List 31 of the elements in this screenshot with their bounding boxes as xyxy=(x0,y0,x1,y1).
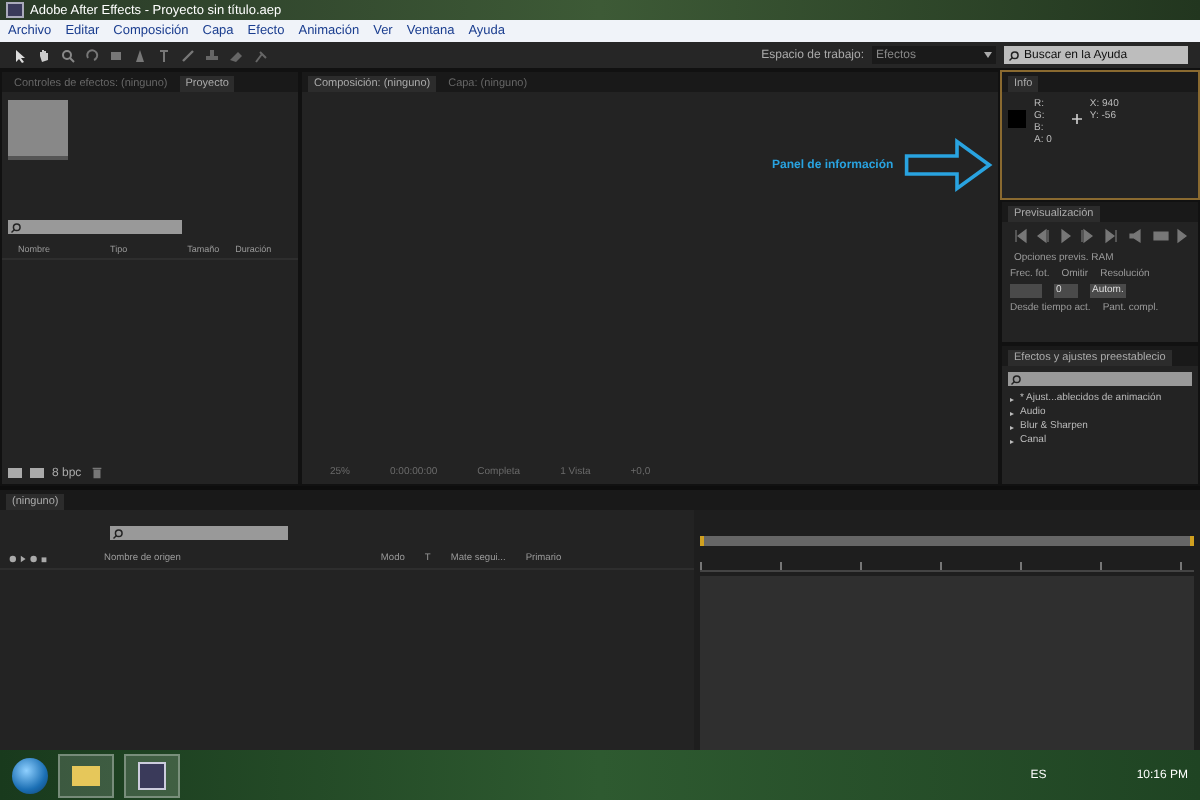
annotation-arrow xyxy=(901,138,994,192)
caret-icon xyxy=(984,52,992,58)
start-button[interactable] xyxy=(12,757,48,793)
search-icon xyxy=(1010,373,1022,385)
expand-arrow-icon[interactable] xyxy=(1010,439,1014,443)
frame-rate-field[interactable] xyxy=(1010,284,1042,298)
expand-arrow-icon[interactable] xyxy=(1010,425,1014,429)
trash-icon[interactable] xyxy=(89,466,104,480)
stamp-icon[interactable] xyxy=(204,47,220,63)
expand-arrow-icon[interactable] xyxy=(1010,397,1014,401)
search-icon xyxy=(10,221,22,233)
brush-icon[interactable] xyxy=(180,47,196,63)
search-field[interactable] xyxy=(8,220,182,234)
playback-controls-drawing[interactable] xyxy=(1010,228,1190,244)
search-icon xyxy=(112,527,124,539)
zoom-icon[interactable] xyxy=(60,47,76,63)
app-window-icon[interactable] xyxy=(124,753,180,797)
eraser-icon[interactable] xyxy=(228,47,244,63)
thumbnail-placeholder xyxy=(8,100,68,160)
color-swatch xyxy=(1008,110,1026,128)
text-icon[interactable] xyxy=(156,47,172,63)
search-field[interactable] xyxy=(110,526,288,540)
app-logo-icon xyxy=(6,2,24,18)
search-field[interactable] xyxy=(1008,372,1192,386)
crosshair-icon xyxy=(1071,114,1082,124)
expand-arrow-icon[interactable] xyxy=(1010,411,1014,415)
hand-icon[interactable] xyxy=(36,47,52,63)
rotate-icon[interactable] xyxy=(84,47,100,63)
search-icon xyxy=(1008,49,1020,61)
pointer-icon[interactable] xyxy=(12,47,28,63)
rectangle-icon[interactable] xyxy=(108,47,124,63)
